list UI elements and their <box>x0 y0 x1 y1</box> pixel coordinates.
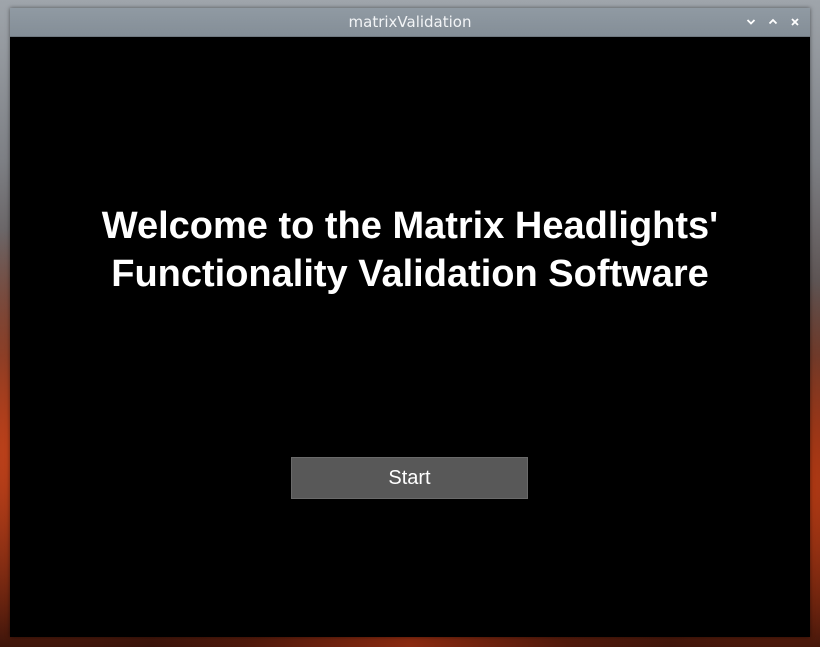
welcome-line-1: Welcome to the Matrix Headlights' <box>101 205 719 247</box>
close-icon <box>791 18 799 26</box>
welcome-heading: Welcome to the Matrix Headlights' Functi… <box>10 202 810 298</box>
maximize-button[interactable] <box>762 11 784 33</box>
chevron-up-icon <box>768 18 778 25</box>
app-window: matrixValidation Welcome to the Matrix H… <box>10 8 810 637</box>
window-controls <box>740 8 806 36</box>
window-title: matrixValidation <box>348 13 472 31</box>
chevron-down-icon <box>746 19 756 25</box>
title-bar[interactable]: matrixValidation <box>10 8 810 37</box>
close-button[interactable] <box>784 11 806 33</box>
window-content: Welcome to the Matrix Headlights' Functi… <box>10 37 810 637</box>
welcome-line-2: Functionality Validation Software <box>111 253 709 295</box>
minimize-button[interactable] <box>740 11 762 33</box>
start-button[interactable]: Start <box>291 457 528 499</box>
